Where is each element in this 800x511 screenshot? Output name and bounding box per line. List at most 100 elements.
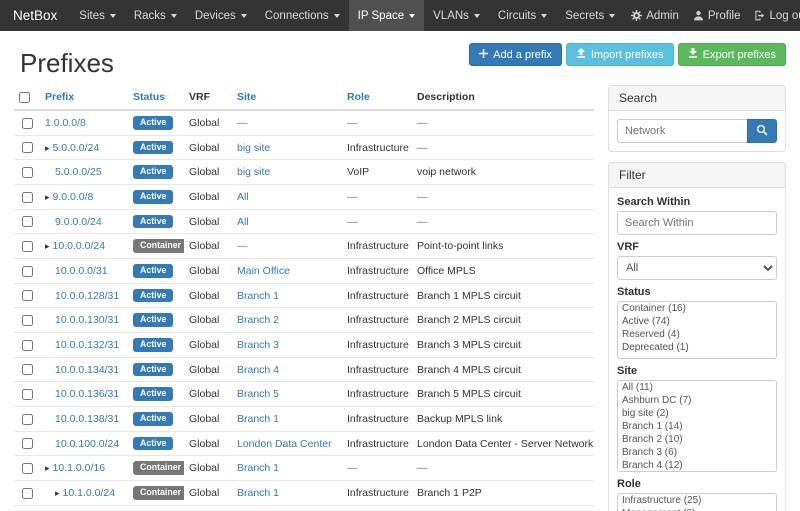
prefix-link[interactable]: 10.0.0.0/31 (55, 265, 108, 277)
site-link[interactable]: Main Office (237, 265, 290, 277)
site-link[interactable]: Branch 2 (237, 314, 279, 326)
site-link[interactable]: All (237, 216, 249, 228)
sort-status-header[interactable]: Status (133, 91, 165, 103)
row-checkbox[interactable] (22, 266, 33, 277)
vrf-cell: Global (184, 160, 232, 185)
filter-option[interactable]: Branch 4 (12) (618, 459, 776, 472)
nav-item-circuits[interactable]: Circuits (489, 0, 556, 31)
logout-link[interactable]: Log out (747, 0, 800, 31)
add-prefix-button[interactable]: Add a prefix (469, 43, 562, 66)
row-checkbox[interactable] (22, 463, 33, 474)
nav-item-devices[interactable]: Devices (186, 0, 256, 31)
filter-option[interactable]: Branch 1 (14) (618, 420, 776, 433)
vrf-filter-select[interactable]: All (617, 256, 777, 280)
row-checkbox[interactable] (22, 192, 33, 203)
row-checkbox[interactable] (22, 438, 33, 449)
row-checkbox[interactable] (22, 340, 33, 351)
sort-prefix-header[interactable]: Prefix (45, 91, 74, 103)
row-checkbox[interactable] (22, 364, 33, 375)
row-checkbox[interactable] (22, 290, 33, 301)
sort-site-header[interactable]: Site (237, 91, 256, 103)
expand-toggle-icon[interactable]: ▸ (45, 463, 50, 473)
filter-option[interactable]: Active (74) (618, 315, 776, 328)
prefix-link[interactable]: 10.1.0.0/16 (53, 462, 106, 474)
select-all-checkbox[interactable] (19, 92, 30, 103)
sort-role-header[interactable]: Role (347, 91, 370, 103)
site-link[interactable]: Branch 1 (237, 462, 279, 474)
site-cell: big site (232, 135, 342, 160)
nav-item-sites[interactable]: Sites (70, 0, 125, 31)
site-link[interactable]: big site (237, 142, 270, 154)
prefix-link[interactable]: 9.0.0.0/8 (53, 191, 94, 203)
row-checkbox[interactable] (22, 488, 33, 499)
site-filter-select[interactable]: All (11)Ashburn DC (7)big site (2)Branch… (617, 380, 777, 472)
site-link[interactable]: Branch 1 (237, 487, 279, 499)
filter-option[interactable]: big site (2) (618, 407, 776, 420)
site-link[interactable]: Branch 3 (237, 339, 279, 351)
row-checkbox[interactable] (22, 414, 33, 425)
chevron-down-icon (609, 14, 615, 18)
app-logo[interactable]: NetBox (0, 0, 70, 31)
row-checkbox[interactable] (22, 118, 33, 129)
prefix-link[interactable]: 5.0.0.0/24 (53, 142, 100, 154)
prefix-link[interactable]: 10.0.0.138/31 (55, 413, 119, 425)
site-link[interactable]: All (237, 191, 249, 203)
row-checkbox[interactable] (22, 315, 33, 326)
prefix-link[interactable]: 1.0.0.0/8 (45, 117, 86, 129)
nav-item-secrets[interactable]: Secrets (556, 0, 624, 31)
row-checkbox[interactable] (22, 241, 33, 252)
row-checkbox[interactable] (22, 167, 33, 178)
row-checkbox[interactable] (22, 142, 33, 153)
filter-option[interactable]: Ashburn DC (7) (618, 394, 776, 407)
prefix-link[interactable]: 10.0.100.0/24 (55, 438, 119, 450)
row-checkbox[interactable] (22, 389, 33, 400)
nav-item-ip-space[interactable]: IP Space (349, 0, 424, 31)
expand-toggle-icon[interactable]: ▸ (45, 192, 50, 202)
export-prefixes-button[interactable]: Export prefixes (678, 43, 786, 66)
search-button[interactable] (747, 119, 777, 143)
site-link[interactable]: big site (237, 166, 270, 178)
nav-item-connections[interactable]: Connections (256, 0, 349, 31)
search-within-input[interactable] (617, 211, 777, 235)
filter-option[interactable]: Branch 2 (10) (618, 433, 776, 446)
prefix-link[interactable]: 10.1.0.0/24 (63, 487, 116, 499)
description-cell: Branch 1 MPLS circuit (412, 283, 594, 308)
search-input[interactable] (617, 119, 747, 143)
site-link[interactable]: Branch 1 (237, 413, 279, 425)
prefix-link[interactable]: 10.0.0.136/31 (55, 388, 119, 400)
filter-option[interactable]: Infrastructure (25) (618, 494, 776, 507)
nav-item-racks[interactable]: Racks (125, 0, 186, 31)
row-checkbox[interactable] (22, 216, 33, 227)
prefix-link[interactable]: 5.0.0.0/25 (55, 166, 102, 178)
site-link[interactable]: Branch 4 (237, 364, 279, 376)
table-row: ▸10.0.0.0/24ContainerGlobal—Infrastructu… (14, 234, 594, 259)
filter-option[interactable]: All (11) (618, 381, 776, 394)
prefix-link[interactable]: 9.0.0.0/24 (55, 216, 102, 228)
prefix-link[interactable]: 10.0.0.134/31 (55, 364, 119, 376)
site-link[interactable]: Branch 5 (237, 388, 279, 400)
chevron-down-icon (409, 14, 415, 18)
role-filter-select[interactable]: Infrastructure (25)Management (8)Private… (617, 493, 777, 511)
expand-toggle-icon[interactable]: ▸ (55, 488, 60, 498)
status-filter-select[interactable]: Container (16)Active (74)Reserved (4)Dep… (617, 301, 777, 359)
prefix-link[interactable]: 10.0.0.130/31 (55, 314, 119, 326)
page-header: Prefixes Add a prefix Import prefixes Ex… (0, 31, 800, 81)
filter-option[interactable]: Management (8) (618, 507, 776, 511)
filter-option[interactable]: Container (16) (618, 302, 776, 315)
role-cell: Infrastructure (342, 308, 412, 333)
expand-toggle-icon[interactable]: ▸ (45, 241, 50, 251)
prefix-link[interactable]: 10.0.0.128/31 (55, 290, 119, 302)
filter-option[interactable]: Branch 3 (6) (618, 446, 776, 459)
prefix-link[interactable]: 10.0.0.0/24 (53, 240, 106, 252)
site-link[interactable]: Branch 1 (237, 290, 279, 302)
filter-option[interactable]: Deprecated (1) (618, 341, 776, 354)
admin-link[interactable]: Admin (624, 0, 686, 31)
nav-item-vlans[interactable]: VLANs (424, 0, 489, 31)
status-badge: Active (133, 387, 173, 401)
filter-option[interactable]: Reserved (4) (618, 328, 776, 341)
import-prefixes-button[interactable]: Import prefixes (566, 43, 674, 66)
expand-toggle-icon[interactable]: ▸ (45, 143, 50, 153)
site-link[interactable]: London Data Center (237, 438, 332, 450)
prefix-link[interactable]: 10.0.0.132/31 (55, 339, 119, 351)
profile-link[interactable]: Profile (686, 0, 748, 31)
